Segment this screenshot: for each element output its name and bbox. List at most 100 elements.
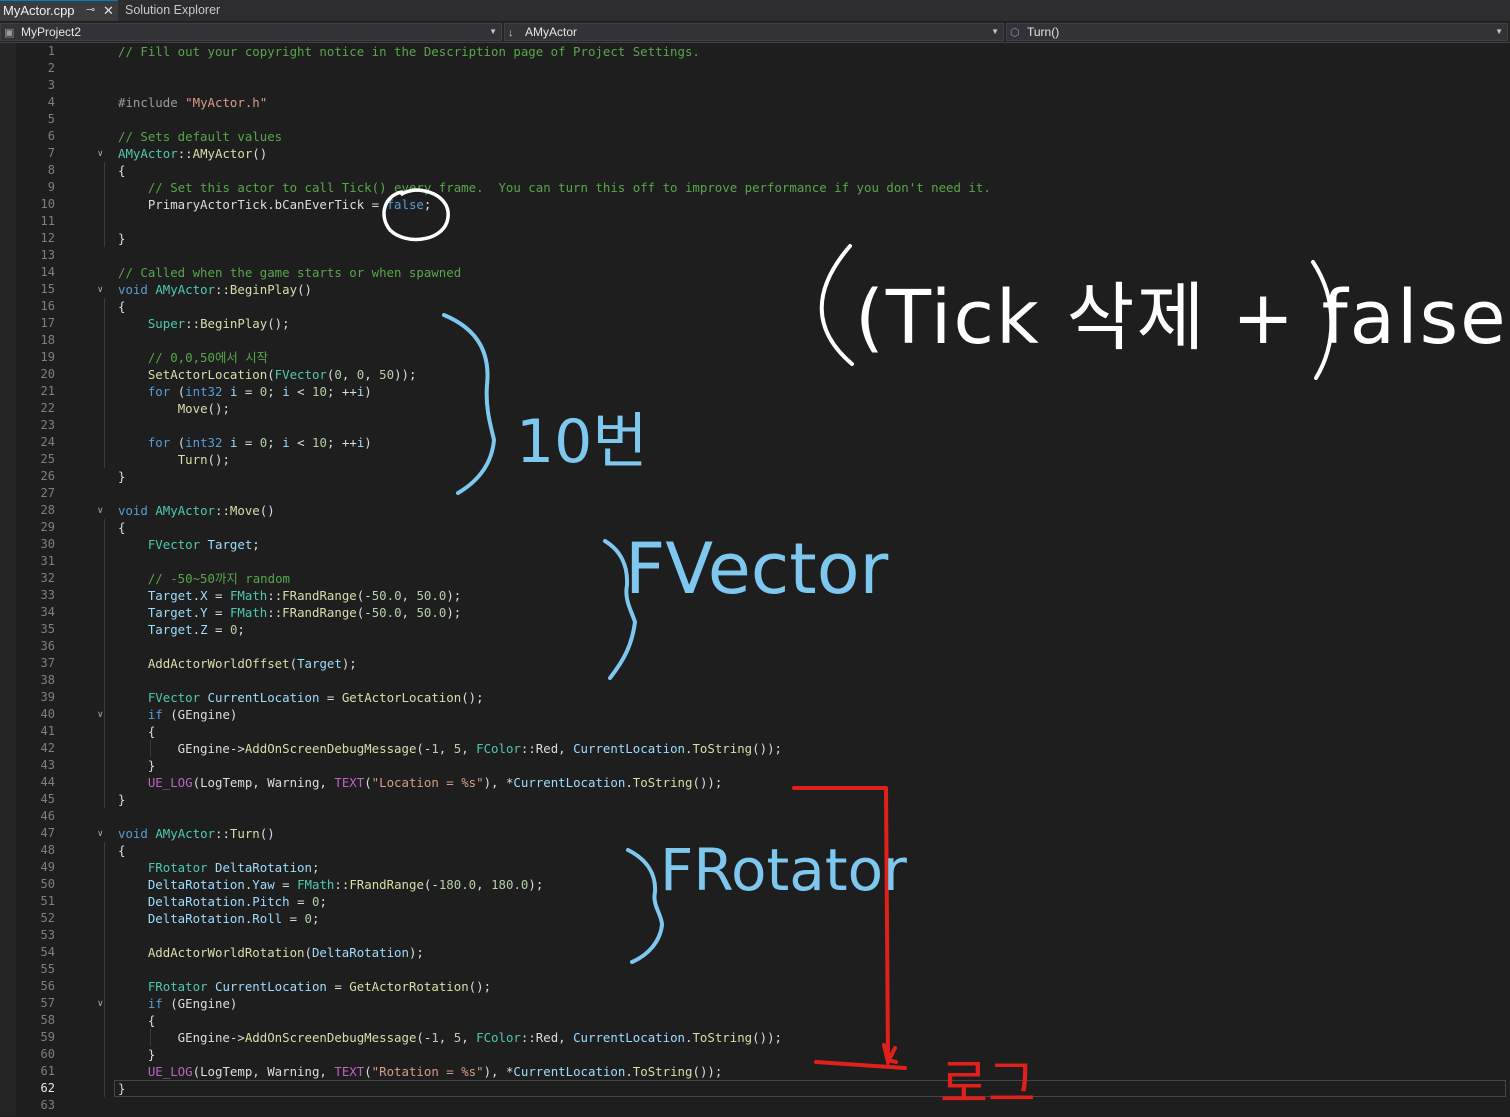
- line-number: 24: [40, 435, 55, 449]
- fold-chevron-icon[interactable]: ∨: [97, 825, 104, 842]
- code-line[interactable]: 26}: [0, 468, 1510, 485]
- code-line[interactable]: 37 AddActorWorldOffset(Target);: [0, 655, 1510, 672]
- line-number: 42: [40, 741, 55, 755]
- code-line[interactable]: 7 ∨ AMyActor::AMyActor(): [0, 145, 1510, 162]
- log-annotation: 로그: [940, 1055, 1036, 1115]
- code-line[interactable]: 8{: [0, 162, 1510, 179]
- code-line[interactable]: 39 FVector CurrentLocation = GetActorLoc…: [0, 689, 1510, 706]
- tab-solution-explorer[interactable]: Solution Explorer: [119, 0, 260, 21]
- code-line[interactable]: 12}: [0, 230, 1510, 247]
- code-text: for (int32 i = 0; i < 10; ++i): [147, 384, 372, 399]
- code-line[interactable]: 60 }: [0, 1046, 1510, 1063]
- code-line[interactable]: 42 GEngine->AddOnScreenDebugMessage(-1, …: [0, 740, 1510, 757]
- tab-myactor-cpp[interactable]: MyActor.cpp ⊸ ✕: [0, 0, 118, 21]
- code-text: GEngine->AddOnScreenDebugMessage(-1, 5, …: [118, 1030, 782, 1045]
- line-number: 18: [40, 333, 55, 347]
- code-line[interactable]: 53: [0, 927, 1510, 944]
- code-line[interactable]: 57 ∨ if (GEngine): [0, 995, 1510, 1012]
- code-line[interactable]: 28 ∨ void AMyActor::Move(): [0, 502, 1510, 519]
- arrow-down-icon: ↓: [508, 27, 514, 39]
- code-line[interactable]: 40 ∨ if (GEngine): [0, 706, 1510, 723]
- code-text: // -50~50까지 random: [147, 571, 290, 586]
- code-line[interactable]: 23: [0, 417, 1510, 434]
- line-number: 20: [40, 367, 55, 381]
- code-line[interactable]: 35 Target.Z = 0;: [0, 621, 1510, 638]
- code-line[interactable]: 63: [0, 1097, 1510, 1114]
- code-line[interactable]: 59 GEngine->AddOnScreenDebugMessage(-1, …: [0, 1029, 1510, 1046]
- code-text: Target.X = FMath::FRandRange(-50.0, 50.0…: [147, 588, 462, 603]
- chevron-down-icon: ▼: [991, 27, 999, 36]
- code-line[interactable]: 44 UE_LOG(LogTemp, Warning, TEXT("Locati…: [0, 774, 1510, 791]
- code-line[interactable]: 22 Move();: [0, 400, 1510, 417]
- code-line[interactable]: 46: [0, 808, 1510, 825]
- code-line[interactable]: 5: [0, 111, 1510, 128]
- code-line[interactable]: 27: [0, 485, 1510, 502]
- code-line[interactable]: 52 DeltaRotation.Roll = 0;: [0, 910, 1510, 927]
- code-line[interactable]: 2: [0, 60, 1510, 77]
- member-dropdown[interactable]: ⬡ Turn() ▼: [1006, 23, 1508, 41]
- pin-icon[interactable]: ⊸: [86, 0, 95, 21]
- code-line[interactable]: 62}: [0, 1080, 1510, 1097]
- method-cube-icon: ⬡: [1010, 27, 1020, 39]
- fold-chevron-icon[interactable]: ∨: [97, 281, 104, 298]
- navigation-bar: ▣ MyProject2 ▼ ↓ AMyActor ▼ ⬡ Turn() ▼: [0, 22, 1510, 43]
- line-number: 48: [40, 843, 55, 857]
- line-number: 23: [40, 418, 55, 432]
- line-number: 61: [40, 1064, 55, 1078]
- line-number: 57: [40, 996, 55, 1010]
- code-line[interactable]: 25 Turn();: [0, 451, 1510, 468]
- code-text: }: [118, 1047, 156, 1062]
- tab-label: MyActor.cpp: [3, 3, 75, 18]
- code-line[interactable]: 43 }: [0, 757, 1510, 774]
- code-line[interactable]: 24 for (int32 i = 0; i < 10; ++i): [0, 434, 1510, 451]
- code-line[interactable]: 1 // Fill out your copyright notice in th…: [0, 43, 1510, 60]
- code-line[interactable]: 20 SetActorLocation(FVector(0, 0, 50));: [0, 366, 1510, 383]
- code-line[interactable]: 3: [0, 77, 1510, 94]
- code-text: {: [118, 299, 126, 314]
- fold-chevron-icon[interactable]: ∨: [97, 502, 104, 519]
- code-line[interactable]: 4 #include "MyActor.h": [0, 94, 1510, 111]
- code-line[interactable]: 54 AddActorWorldRotation(DeltaRotation);: [0, 944, 1510, 961]
- code-line[interactable]: 38: [0, 672, 1510, 689]
- line-number: 46: [40, 809, 55, 823]
- line-number: 6: [47, 129, 55, 143]
- frotator-annotation: FRotator: [660, 836, 907, 904]
- line-number: 51: [40, 894, 55, 908]
- fold-chevron-icon[interactable]: ∨: [97, 145, 104, 162]
- code-line[interactable]: 55: [0, 961, 1510, 978]
- close-icon[interactable]: ✕: [103, 0, 114, 21]
- line-number: 59: [40, 1030, 55, 1044]
- line-number: 11: [40, 214, 55, 228]
- code-text: AddActorWorldRotation(DeltaRotation);: [147, 945, 424, 960]
- code-line[interactable]: 56 FRotator CurrentLocation = GetActorRo…: [0, 978, 1510, 995]
- line-number: 54: [40, 945, 55, 959]
- code-line[interactable]: 41 {: [0, 723, 1510, 740]
- code-line[interactable]: 11: [0, 213, 1510, 230]
- code-text: #include "MyActor.h": [118, 95, 268, 110]
- code-line[interactable]: 9 // Set this actor to call Tick() every…: [0, 179, 1510, 196]
- line-number: 16: [40, 299, 55, 313]
- code-text: DeltaRotation.Yaw = FMath::FRandRange(-1…: [147, 877, 544, 892]
- code-line[interactable]: 10 PrimaryActorTick.bCanEverTick = false…: [0, 196, 1510, 213]
- code-text: void AMyActor::BeginPlay(): [118, 282, 312, 297]
- line-number: 50: [40, 877, 55, 891]
- code-text: FVector Target;: [147, 537, 260, 552]
- code-line[interactable]: 58 {: [0, 1012, 1510, 1029]
- code-line[interactable]: 21 for (int32 i = 0; i < 10; ++i): [0, 383, 1510, 400]
- code-text: FRotator CurrentLocation = GetActorRotat…: [147, 979, 492, 994]
- code-line[interactable]: 45}: [0, 791, 1510, 808]
- code-text: Super::BeginPlay();: [147, 316, 290, 331]
- fold-chevron-icon[interactable]: ∨: [97, 995, 104, 1012]
- code-line[interactable]: 36: [0, 638, 1510, 655]
- line-number: 9: [47, 180, 55, 194]
- line-number: 3: [47, 78, 55, 92]
- code-line[interactable]: 61 UE_LOG(LogTemp, Warning, TEXT("Rotati…: [0, 1063, 1510, 1080]
- code-text: void AMyActor::Move(): [118, 503, 275, 518]
- line-number: 43: [40, 758, 55, 772]
- code-line[interactable]: 6 // Sets default values: [0, 128, 1510, 145]
- project-dropdown[interactable]: ▣ MyProject2 ▼: [0, 23, 502, 41]
- code-text: if (GEngine): [147, 996, 238, 1011]
- fold-chevron-icon[interactable]: ∨: [97, 706, 104, 723]
- code-text: AMyActor::AMyActor(): [118, 146, 268, 161]
- class-dropdown[interactable]: ↓ AMyActor ▼: [504, 23, 1004, 41]
